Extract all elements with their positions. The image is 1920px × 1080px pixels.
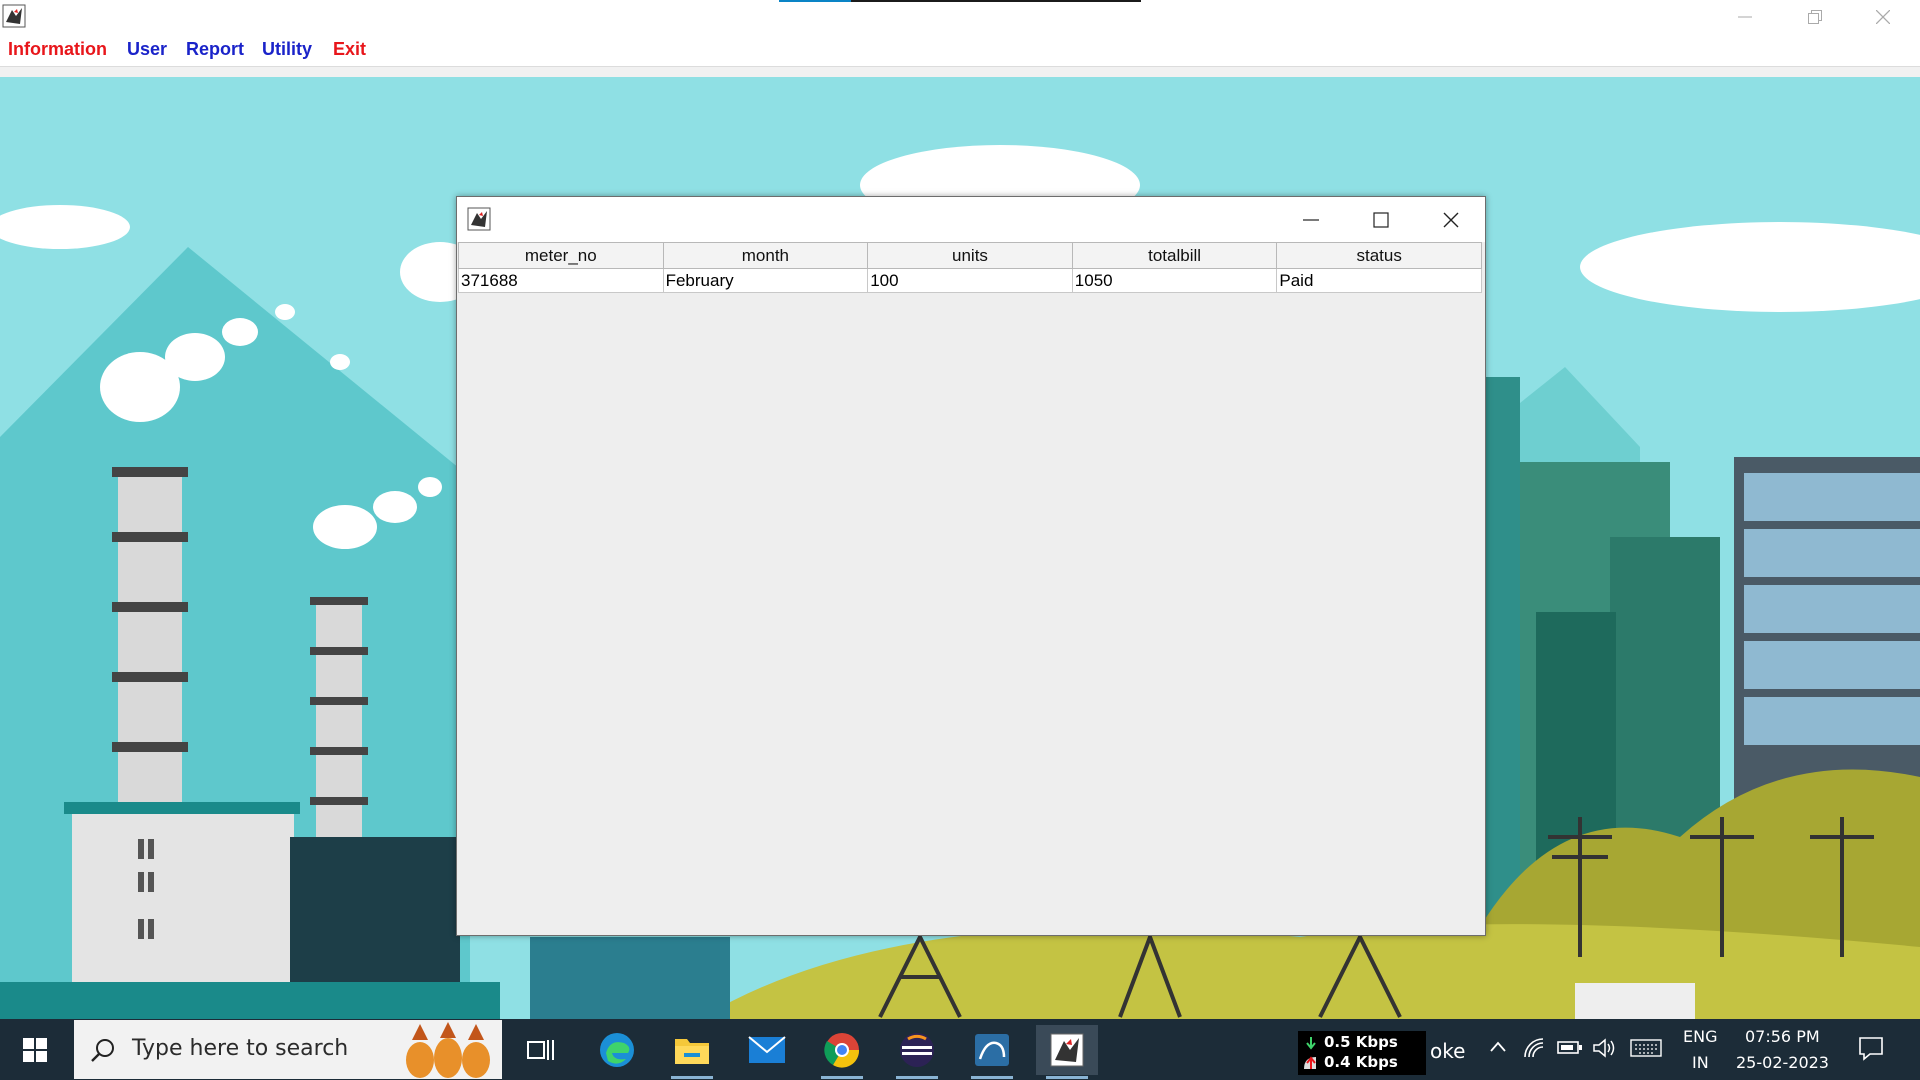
- minimize-button[interactable]: [1710, 0, 1780, 34]
- menu-report[interactable]: Report: [186, 39, 244, 60]
- notifications-icon[interactable]: [1858, 1035, 1884, 1061]
- network-speed-widget: 0.5 Kbps 0.4 Kbps: [1298, 1031, 1426, 1075]
- menu-user[interactable]: User: [127, 39, 167, 60]
- task-view-icon: [527, 1040, 554, 1060]
- cell-totalbill[interactable]: 1050: [1071, 268, 1278, 293]
- taskbar-java-app[interactable]: [1036, 1025, 1098, 1079]
- app-icon: [2, 4, 26, 28]
- network-arrows-icon: [1304, 1037, 1316, 1069]
- mail-icon: [748, 1036, 786, 1063]
- search-highlight-image: [390, 1020, 502, 1079]
- restore-button[interactable]: [1780, 0, 1850, 34]
- keyboard-icon[interactable]: [1630, 1037, 1662, 1059]
- column-header-status[interactable]: status: [1276, 242, 1482, 269]
- language-indicator[interactable]: ENG: [1683, 1027, 1717, 1046]
- taskbar-chrome[interactable]: [811, 1025, 873, 1079]
- taskbar: Type here to search 0.5 Kbps 0.4 Kbps ok…: [0, 1019, 1920, 1080]
- chevron-up-icon[interactable]: [1488, 1037, 1508, 1057]
- menu-utility[interactable]: Utility: [262, 39, 312, 60]
- chrome-icon: [824, 1033, 860, 1068]
- clock-time[interactable]: 07:56 PM: [1745, 1027, 1820, 1046]
- main-title-bar: [0, 0, 1920, 34]
- mysql-workbench-icon: [975, 1034, 1009, 1066]
- column-header-month[interactable]: month: [662, 242, 869, 269]
- close-button[interactable]: [1421, 197, 1481, 242]
- volume-icon[interactable]: [1592, 1037, 1616, 1059]
- taskbar-file-explorer[interactable]: [661, 1025, 723, 1079]
- task-view-button[interactable]: [510, 1025, 572, 1075]
- column-header-meter-no[interactable]: meter_no: [458, 242, 664, 269]
- menu-exit[interactable]: Exit: [333, 39, 366, 60]
- cell-status[interactable]: Paid: [1276, 268, 1482, 293]
- taskbar-search-box[interactable]: Type here to search: [74, 1020, 502, 1079]
- taskbar-edge[interactable]: [586, 1025, 648, 1075]
- bill-table: meter_no month units totalbill status 37…: [458, 242, 1482, 293]
- title-progress-indicator: [779, 0, 1141, 2]
- restore-icon: [1808, 10, 1822, 24]
- java-app-icon: [1050, 1033, 1084, 1067]
- eclipse-icon: [900, 1033, 934, 1067]
- taskbar-mail[interactable]: [736, 1025, 798, 1075]
- minimize-button[interactable]: [1281, 197, 1341, 242]
- windows-logo-icon: [23, 1037, 47, 1062]
- minimize-icon: [1738, 16, 1752, 18]
- search-placeholder: Type here to search: [132, 1036, 349, 1061]
- cell-month[interactable]: February: [662, 268, 869, 293]
- wifi-icon[interactable]: [1523, 1037, 1545, 1059]
- close-icon: [1443, 212, 1459, 227]
- cell-units[interactable]: 100: [867, 268, 1073, 293]
- bill-details-window: meter_no month units totalbill status 37…: [456, 196, 1486, 936]
- start-button[interactable]: [0, 1019, 70, 1080]
- battery-icon[interactable]: [1557, 1037, 1583, 1057]
- menu-separator: [0, 67, 1920, 77]
- table-header-row: meter_no month units totalbill status: [458, 242, 1482, 269]
- table-row[interactable]: 371688 February 100 1050 Paid: [458, 268, 1482, 293]
- taskbar-ticker-text[interactable]: oke: [1430, 1039, 1465, 1063]
- language-region[interactable]: IN: [1692, 1053, 1709, 1072]
- menu-bar: Information User Report Utility Exit: [0, 34, 1920, 67]
- column-header-units[interactable]: units: [867, 242, 1073, 269]
- cell-meter-no[interactable]: 371688: [458, 268, 664, 293]
- app-icon: [467, 207, 491, 231]
- file-explorer-icon: [675, 1039, 709, 1064]
- maximize-button[interactable]: [1351, 197, 1411, 242]
- upload-speed: 0.4 Kbps: [1324, 1053, 1398, 1071]
- menu-information[interactable]: Information: [8, 39, 107, 60]
- close-icon: [1876, 10, 1890, 24]
- minimize-icon: [1303, 218, 1319, 221]
- search-icon: [91, 1039, 114, 1062]
- clock-date[interactable]: 25-02-2023: [1736, 1053, 1829, 1072]
- download-speed: 0.5 Kbps: [1324, 1033, 1398, 1051]
- close-button[interactable]: [1848, 0, 1918, 34]
- maximize-icon: [1373, 211, 1389, 228]
- taskbar-eclipse[interactable]: [886, 1025, 948, 1079]
- taskbar-mysql-workbench[interactable]: [961, 1025, 1023, 1079]
- bill-window-title-bar[interactable]: [457, 197, 1485, 242]
- column-header-totalbill[interactable]: totalbill: [1071, 242, 1278, 269]
- edge-icon: [600, 1033, 634, 1067]
